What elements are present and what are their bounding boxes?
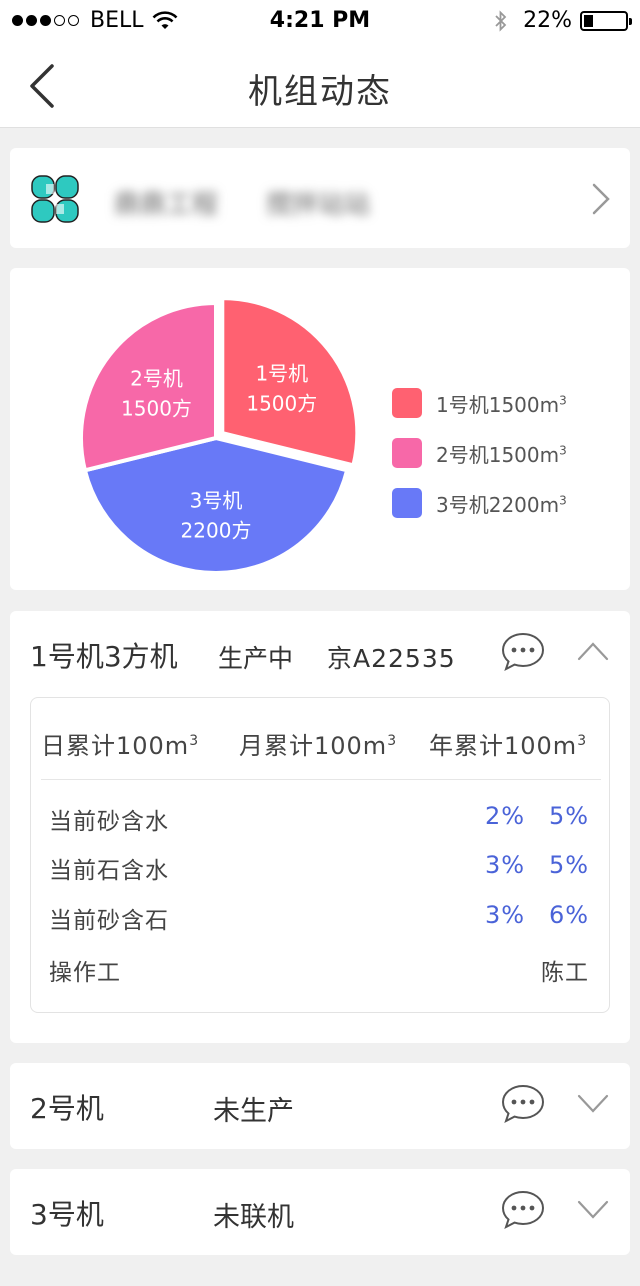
machine-card-3[interactable]: 3号机 未联机	[10, 1169, 630, 1255]
machine-status: 未联机	[213, 1202, 294, 1233]
chart-legend: 1号机1500m3 2号机1500m3 3号机2200m3	[392, 378, 567, 528]
machine-detail-panel: 日累计100m3 月累计100m3 年累计100m3 当前砂含水 2% 5% 当…	[30, 697, 610, 1013]
company-logo-icon	[31, 175, 79, 223]
chevron-right-icon	[592, 183, 610, 215]
legend-item: 2号机1500m3	[392, 428, 567, 478]
param-value-2: 5%	[549, 802, 590, 830]
param-row: 当前砂含石 3% 6%	[49, 901, 589, 941]
machine-status: 未生产	[213, 1096, 294, 1127]
machine-status: 生产中	[218, 644, 294, 673]
slice-name-label: 3号机	[190, 489, 243, 513]
plate-number: 京A22535	[327, 644, 456, 673]
page-title: 机组动态	[248, 72, 392, 112]
nav-bar: 机组动态	[0, 44, 640, 128]
yearly-total: 年累计100m3	[429, 732, 588, 760]
slice-value-label: 1500方	[246, 391, 317, 415]
param-label: 当前砂含水	[49, 809, 169, 835]
legend-label: 2号机1500m	[436, 442, 560, 467]
production-chart-card: 1号机 1500方 3号机 2200方 2号机 1500方 1号机1500m3 2号机15…	[10, 268, 630, 590]
param-value-1: 2%	[485, 802, 526, 830]
station-name-blurred: 搅拌站站	[266, 190, 371, 220]
machine-name: 2号机	[30, 1092, 104, 1125]
battery-percent: 22%	[523, 8, 572, 33]
monthly-total: 月累计100m3	[239, 732, 398, 760]
param-value-2: 6%	[549, 901, 590, 929]
slice-value-label: 1500方	[121, 396, 192, 420]
param-label: 当前石含水	[49, 858, 169, 884]
machine-card-2[interactable]: 2号机 未生产	[10, 1063, 630, 1149]
machine-header[interactable]: 1号机3方机 生产中 京A22535	[10, 611, 630, 697]
legend-label: 3号机2200m	[436, 492, 560, 517]
message-icon[interactable]	[500, 1189, 546, 1231]
param-value-2: 5%	[549, 851, 590, 879]
status-bar: BELL 4:21 PM 22%	[0, 0, 640, 44]
message-icon[interactable]	[500, 631, 546, 673]
legend-label: 1号机1500m	[436, 392, 560, 417]
operator-row: 操作工 陈工	[49, 953, 589, 993]
legend-swatch	[392, 388, 422, 418]
company-card[interactable]: 鼎鼎工程 搅拌站站	[10, 148, 630, 248]
param-row: 当前石含水 3% 5%	[49, 851, 589, 891]
legend-swatch	[392, 438, 422, 468]
slice-name-label: 2号机	[130, 366, 183, 390]
slice-name-label: 1号机	[255, 361, 308, 385]
cumulative-stats: 日累计100m3 月累计100m3 年累计100m3	[41, 698, 601, 780]
chevron-up-icon[interactable]	[576, 639, 610, 663]
legend-item: 1号机1500m3	[392, 378, 567, 428]
slice-value-label: 2200方	[181, 519, 252, 543]
machine-name: 1号机3方机	[30, 640, 178, 673]
param-label: 当前砂含石	[49, 908, 169, 934]
bluetooth-icon	[495, 9, 507, 32]
param-row: 当前砂含水 2% 5%	[49, 802, 589, 842]
pie-chart: 1号机 1500方 3号机 2200方 2号机 1500方	[79, 296, 360, 575]
message-icon[interactable]	[500, 1083, 546, 1125]
param-value-1: 3%	[485, 851, 526, 879]
param-value-1: 3%	[485, 901, 526, 929]
operator-label: 操作工	[49, 960, 121, 986]
machine-card-1: 1号机3方机 生产中 京A22535 日累计100m3 月累计100m3 年累计…	[10, 611, 630, 1043]
machine-name: 3号机	[30, 1198, 104, 1231]
legend-item: 3号机2200m3	[392, 478, 567, 528]
company-name-blurred: 鼎鼎工程	[114, 190, 219, 220]
chevron-down-icon[interactable]	[576, 1197, 610, 1221]
daily-total: 日累计100m3	[41, 732, 200, 760]
operator-value: 陈工	[541, 960, 589, 986]
battery-icon	[580, 10, 632, 31]
legend-swatch	[392, 488, 422, 518]
chevron-down-icon[interactable]	[576, 1091, 610, 1115]
